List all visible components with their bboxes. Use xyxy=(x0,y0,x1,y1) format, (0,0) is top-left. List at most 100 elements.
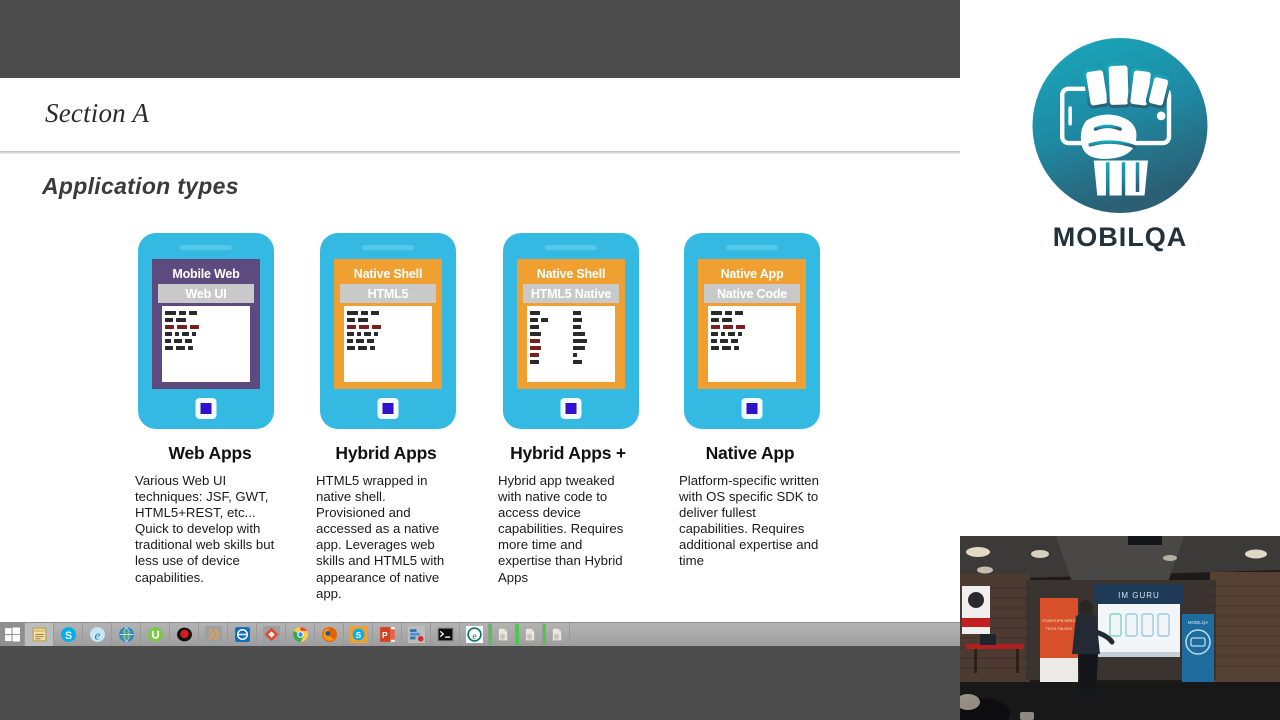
taskbar-start-button-icon[interactable] xyxy=(0,623,25,646)
code-token xyxy=(372,324,381,329)
code-line xyxy=(572,331,613,336)
taskbar-notepad-icon[interactable] xyxy=(25,623,54,646)
taskbar-mozilla-firefox-icon[interactable] xyxy=(315,623,344,646)
taskbar-skype-window-icon[interactable]: S xyxy=(344,623,373,646)
taskbar-globe-browser-icon[interactable] xyxy=(112,623,141,646)
code-token xyxy=(165,317,173,322)
code-token xyxy=(721,331,725,336)
code-token xyxy=(711,345,719,350)
taskbar-command-prompt-icon[interactable] xyxy=(431,623,460,646)
taskbar-media-player-icon[interactable] xyxy=(199,623,228,646)
taskbar-empty-area[interactable] xyxy=(570,623,960,646)
code-line xyxy=(347,338,429,343)
presenter-webcam-feed[interactable]: IM GURU STARTUPS NEED TECH TALENT MOBILQ… xyxy=(960,536,1280,720)
code-line xyxy=(530,331,570,336)
phone-screen-subheader: Web UI xyxy=(158,284,254,303)
code-token xyxy=(364,331,371,336)
code-line xyxy=(165,338,247,343)
taskbar-internet-explorer-icon[interactable]: e xyxy=(83,623,112,646)
code-line xyxy=(572,345,613,350)
taskbar-document-window-icon[interactable] xyxy=(489,623,516,646)
code-line xyxy=(165,317,247,322)
code-token xyxy=(356,338,364,343)
code-token xyxy=(530,345,541,350)
taskbar-teamviewer-icon[interactable] xyxy=(228,623,257,646)
code-token xyxy=(374,331,378,336)
taskbar-utorrent-icon[interactable] xyxy=(141,623,170,646)
code-token xyxy=(572,359,582,364)
code-line xyxy=(572,310,613,315)
code-line xyxy=(347,324,429,329)
phone-screen-subheader: Native Code xyxy=(704,284,800,303)
phone-diagram-2: Native Shell HTML5 xyxy=(320,233,456,429)
phone-speaker xyxy=(726,245,778,250)
taskbar-google-chrome-icon[interactable] xyxy=(286,623,315,646)
code-token xyxy=(361,310,368,315)
svg-text:S: S xyxy=(64,630,71,642)
code-token xyxy=(723,324,733,329)
taskbar-document-window-icon-3[interactable] xyxy=(543,623,570,646)
screen: Section A Application types Mobile Web We… xyxy=(0,0,1280,720)
taskbar-powerpoint-icon[interactable]: P xyxy=(373,623,402,646)
phone-screen: Native App Native Code xyxy=(698,259,806,389)
code-token xyxy=(728,331,735,336)
code-token xyxy=(347,324,356,329)
code-token xyxy=(530,317,538,322)
code-token xyxy=(359,324,369,329)
phone-speaker xyxy=(362,245,414,250)
page-title: Application types xyxy=(42,173,239,199)
taskbar-analytics-app-icon[interactable] xyxy=(402,623,431,646)
code-line xyxy=(711,331,793,336)
code-token xyxy=(347,345,355,350)
home-button-square-icon xyxy=(746,403,758,414)
svg-text:P: P xyxy=(382,630,388,640)
code-token xyxy=(738,331,742,336)
code-token xyxy=(165,310,176,315)
caption-4: Native App Platform-specific written with… xyxy=(679,443,821,570)
phone-screen-subheader: HTML5 Native xyxy=(523,284,619,303)
phone-screen-header: Native Shell xyxy=(536,267,606,281)
code-line xyxy=(347,345,429,350)
code-token xyxy=(189,310,197,315)
code-token xyxy=(711,310,722,315)
branding-panel: MOBILQA xyxy=(960,0,1280,536)
windows-taskbar[interactable]: Se S Pe xyxy=(0,622,960,646)
code-line xyxy=(530,345,570,350)
code-token xyxy=(347,338,353,343)
code-line xyxy=(711,324,793,329)
code-token xyxy=(530,359,539,364)
code-token xyxy=(731,338,738,343)
code-token xyxy=(176,345,185,350)
slide-header: Section A xyxy=(0,78,960,154)
mobilqa-fist-holding-phone-icon xyxy=(1032,38,1208,213)
taskbar-edge-browser-icon[interactable]: e xyxy=(460,623,489,646)
code-token xyxy=(572,331,585,336)
code-token xyxy=(347,317,355,322)
code-token xyxy=(711,324,720,329)
taskbar-document-window-icon-2[interactable] xyxy=(516,623,543,646)
code-snippet xyxy=(162,306,250,382)
code-token xyxy=(347,310,358,315)
home-button-square-icon xyxy=(382,403,394,414)
phone-diagram-4: Native App Native Code xyxy=(684,233,820,429)
taskbar-skype-icon[interactable]: S xyxy=(54,623,83,646)
code-token xyxy=(175,331,179,336)
code-line xyxy=(530,359,570,364)
brand-name: MOBILQA xyxy=(1052,222,1188,252)
phone-screen-header: Native App xyxy=(720,267,784,281)
taskbar-screen-recorder-icon[interactable] xyxy=(170,623,199,646)
code-token xyxy=(541,317,548,322)
phone-diagram-row: Mobile Web Web UI Native Shell HTML5 Native … xyxy=(0,233,960,433)
code-token xyxy=(179,310,186,315)
code-line xyxy=(347,331,429,336)
code-line xyxy=(572,352,613,357)
code-token xyxy=(357,331,361,336)
code-line xyxy=(711,345,793,350)
code-token xyxy=(176,317,186,322)
code-token xyxy=(165,331,172,336)
code-token xyxy=(720,338,728,343)
code-token xyxy=(188,345,193,350)
code-token xyxy=(367,338,374,343)
svg-text:IM GURU: IM GURU xyxy=(1118,591,1160,600)
taskbar-diamond-app-icon[interactable] xyxy=(257,623,286,646)
